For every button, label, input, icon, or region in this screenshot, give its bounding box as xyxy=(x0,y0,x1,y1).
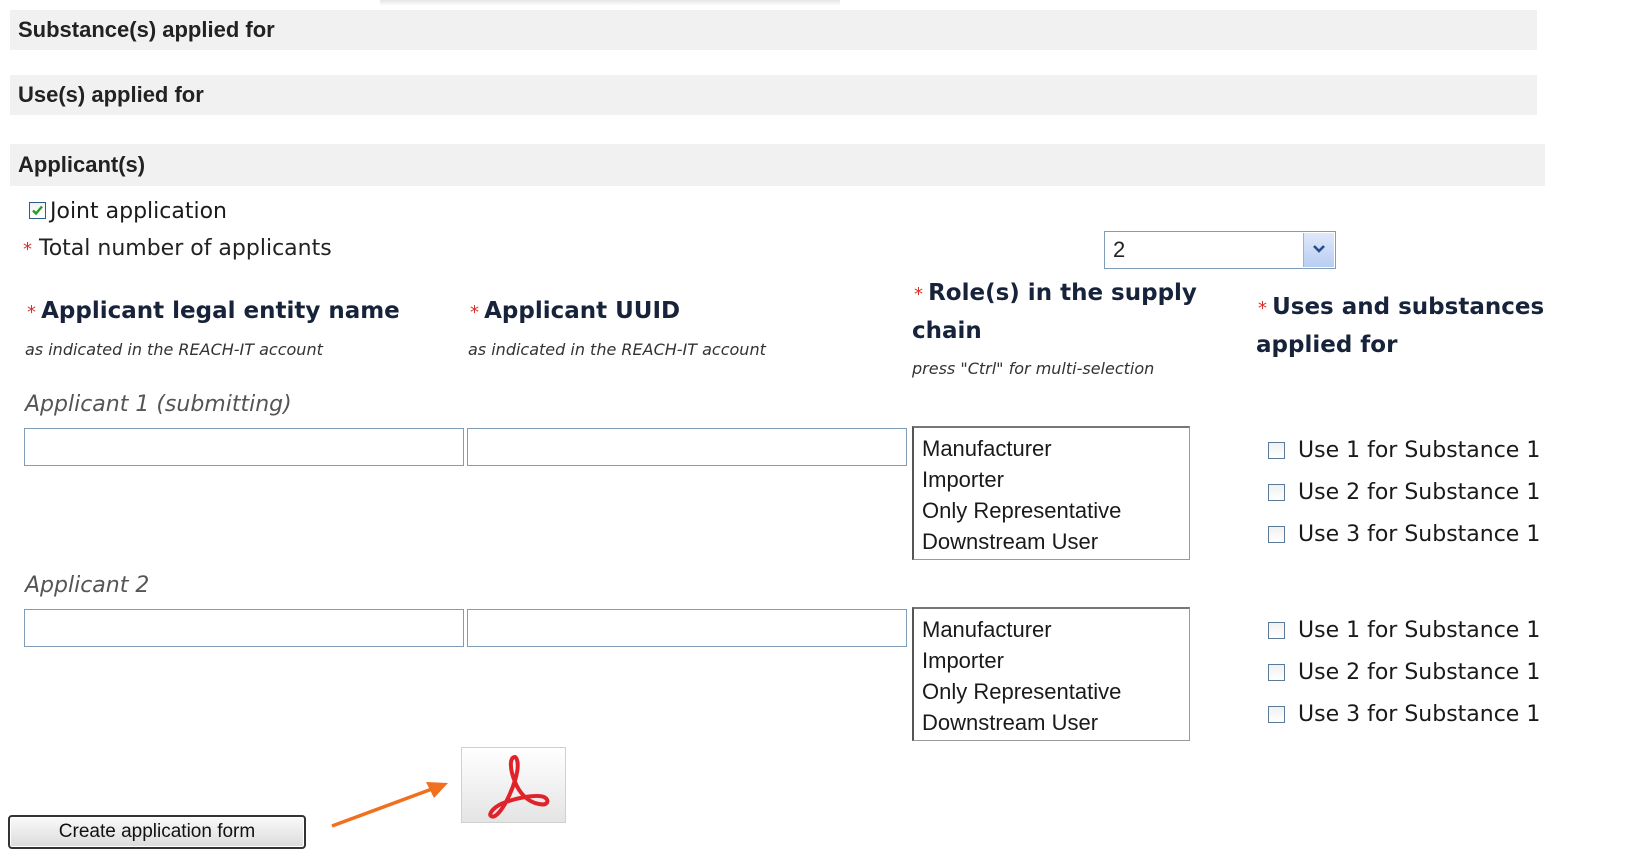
adobe-pdf-icon[interactable] xyxy=(461,747,566,823)
section-uses-title: Use(s) applied for xyxy=(18,82,204,107)
role-option[interactable]: Downstream User xyxy=(922,526,1189,557)
col-role-title-line2: chain xyxy=(912,318,982,344)
applicant-2-label: Applicant 2 xyxy=(25,573,150,598)
required-mark: * xyxy=(470,302,479,323)
required-mark: * xyxy=(1258,298,1267,319)
total-applicants-select[interactable]: 2 xyxy=(1104,231,1336,269)
applicant-2-use-2-checkbox[interactable] xyxy=(1268,664,1285,681)
total-applicants-row: * Total number of applicants xyxy=(23,236,332,261)
applicant-2-use-3-label: Use 3 for Substance 1 xyxy=(1298,702,1541,727)
col-uuid-header: * Applicant UUID xyxy=(470,298,680,324)
col-role-hint: press "Ctrl" for multi-selection xyxy=(912,359,1155,378)
applicant-1-use-1-label: Use 1 for Substance 1 xyxy=(1298,438,1541,463)
col-uuid-title: Applicant UUID xyxy=(484,298,681,324)
applicant-2-use-1-checkbox[interactable] xyxy=(1268,622,1285,639)
check-icon xyxy=(32,205,43,216)
chevron-down-icon xyxy=(1313,245,1325,253)
col-name-header: * Applicant legal entity name xyxy=(27,298,400,324)
role-option[interactable]: Importer xyxy=(922,464,1189,495)
section-substances-title: Substance(s) applied for xyxy=(18,17,275,42)
col-name-title: Applicant legal entity name xyxy=(41,298,400,324)
applicant-2-use-2-label: Use 2 for Substance 1 xyxy=(1298,660,1541,685)
col-role-title-line1: Role(s) in the supply xyxy=(928,280,1197,306)
dropdown-button[interactable] xyxy=(1303,233,1334,267)
col-uses-header: * Uses and substances xyxy=(1258,294,1544,320)
section-substances[interactable]: Substance(s) applied for xyxy=(10,10,1537,50)
applicant-1-name-input[interactable] xyxy=(24,428,464,466)
section-uses[interactable]: Use(s) applied for xyxy=(10,75,1537,115)
applicant-1-use-3-label: Use 3 for Substance 1 xyxy=(1298,522,1541,547)
col-uses-title-line1: Uses and substances xyxy=(1272,294,1545,320)
total-applicants-label: Total number of applicants xyxy=(39,236,332,261)
pdf-glyph-icon xyxy=(488,755,550,819)
top-divider xyxy=(380,0,840,6)
applicant-1-role-listbox[interactable]: Manufacturer Importer Only Representativ… xyxy=(912,426,1190,560)
col-uses-title-line2: applied for xyxy=(1256,332,1398,358)
role-option[interactable]: Downstream User xyxy=(922,707,1189,738)
required-mark: * xyxy=(27,302,36,323)
role-option[interactable]: Only Representative xyxy=(922,676,1189,707)
required-mark: * xyxy=(23,239,32,260)
col-uuid-hint: as indicated in the REACH-IT account xyxy=(468,340,766,359)
applicant-2-use-1-label: Use 1 for Substance 1 xyxy=(1298,618,1541,643)
role-option[interactable]: Manufacturer xyxy=(922,433,1189,464)
applicant-1-use-2-checkbox[interactable] xyxy=(1268,484,1285,501)
create-application-form-button[interactable]: Create application form xyxy=(8,815,306,849)
applicant-2-role-listbox[interactable]: Manufacturer Importer Only Representativ… xyxy=(912,607,1190,741)
role-option[interactable]: Manufacturer xyxy=(922,614,1189,645)
col-name-hint: as indicated in the REACH-IT account xyxy=(25,340,323,359)
col-role-header: * Role(s) in the supply xyxy=(914,280,1197,306)
applicant-2-name-input[interactable] xyxy=(24,609,464,647)
applicant-1-uuid-input[interactable] xyxy=(467,428,907,466)
role-option[interactable]: Only Representative xyxy=(922,495,1189,526)
arrow-right-icon xyxy=(331,782,448,828)
applicant-1-label: Applicant 1 (submitting) xyxy=(25,392,292,417)
role-option[interactable]: Importer xyxy=(922,645,1189,676)
applicant-2-use-3-checkbox[interactable] xyxy=(1268,706,1285,723)
joint-application-checkbox[interactable] xyxy=(29,202,46,219)
section-applicants-title: Applicant(s) xyxy=(18,152,146,177)
applicant-1-use-3-checkbox[interactable] xyxy=(1268,526,1285,543)
applicant-2-uuid-input[interactable] xyxy=(467,609,907,647)
required-mark: * xyxy=(914,284,923,305)
applicant-1-use-1-checkbox[interactable] xyxy=(1268,442,1285,459)
applicant-1-use-2-label: Use 2 for Substance 1 xyxy=(1298,480,1541,505)
section-applicants[interactable]: Applicant(s) xyxy=(10,144,1545,186)
total-applicants-value: 2 xyxy=(1113,237,1126,262)
joint-application-label: Joint application xyxy=(50,199,227,224)
